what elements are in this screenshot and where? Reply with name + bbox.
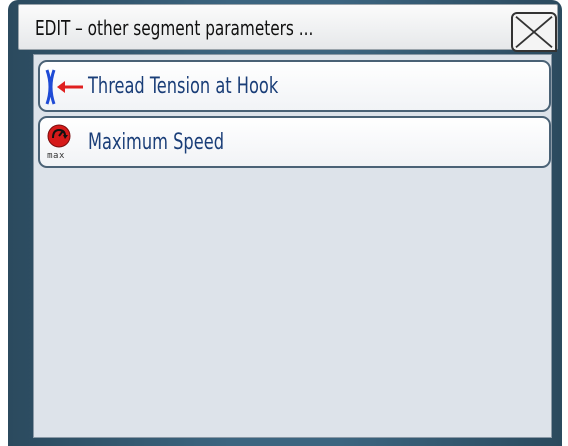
thread-tension-icon — [45, 69, 83, 105]
close-x-icon — [515, 16, 553, 48]
close-button[interactable] — [511, 12, 557, 52]
dialog-title: EDIT – other segment parameters ... — [35, 16, 314, 40]
list-item-label: Maximum Speed — [88, 130, 225, 155]
list-item-label: Thread Tension at Hook — [88, 74, 279, 99]
title-bar: EDIT – other segment parameters ... — [18, 4, 558, 50]
list-item-maximum-speed[interactable]: max Maximum Speed — [38, 116, 551, 168]
parameter-list: Thread Tension at Hook max Maximum Speed — [33, 54, 552, 438]
max-speed-icon-text: max — [47, 151, 65, 161]
list-item-thread-tension[interactable]: Thread Tension at Hook — [38, 60, 551, 112]
